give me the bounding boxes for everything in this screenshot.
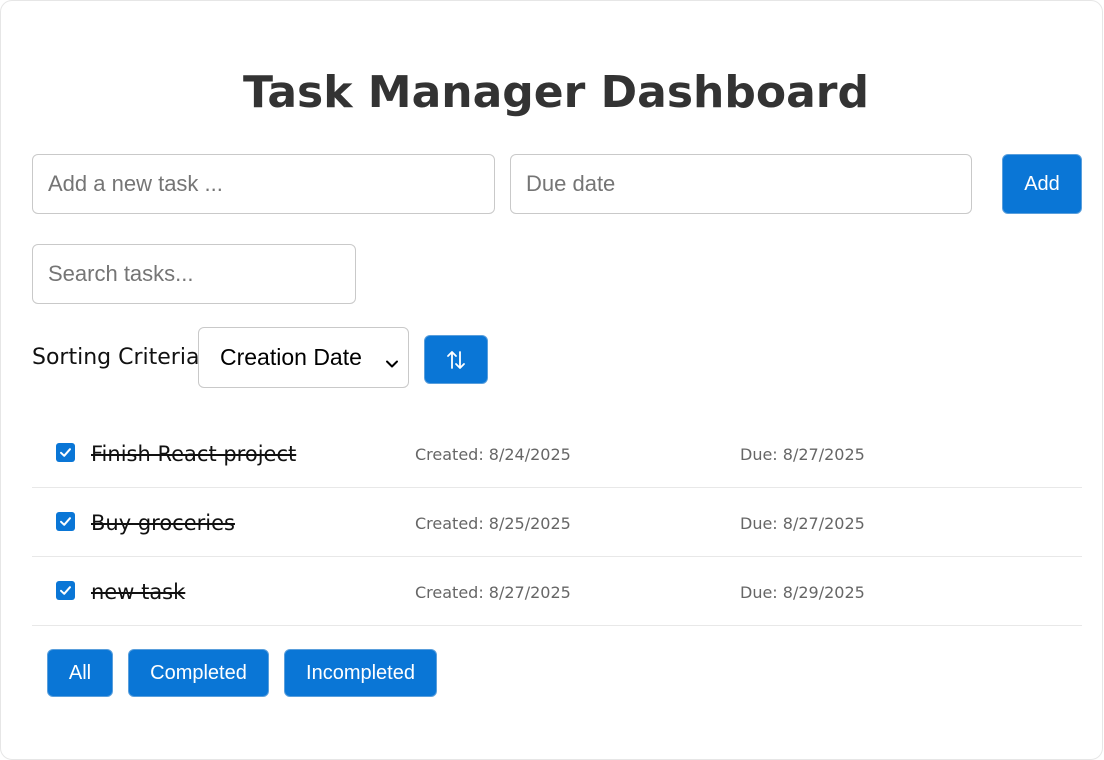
- filter-completed-button[interactable]: Completed: [128, 649, 269, 697]
- search-input[interactable]: [32, 244, 356, 304]
- sorting-criteria-select[interactable]: Creation Date: [198, 327, 409, 388]
- new-task-input[interactable]: [32, 154, 495, 214]
- task-created-date: Created: 8/25/2025: [415, 514, 571, 533]
- filter-incompleted-button[interactable]: Incompleted: [284, 649, 437, 697]
- task-checkbox[interactable]: [56, 512, 75, 531]
- task-checkbox[interactable]: [56, 443, 75, 462]
- task-row: new task Created: 8/27/2025 Due: 8/29/20…: [32, 557, 1082, 626]
- filter-all-button[interactable]: All: [47, 649, 113, 697]
- dashboard-card: Task Manager Dashboard Add Sorting Crite…: [0, 0, 1103, 760]
- add-task-button[interactable]: Add: [1002, 154, 1082, 214]
- task-due-date: Due: 8/27/2025: [740, 445, 865, 464]
- task-name: Buy groceries: [91, 511, 235, 535]
- task-checkbox[interactable]: [56, 581, 75, 600]
- page-title: Task Manager Dashboard: [243, 67, 869, 118]
- task-due-date: Due: 8/27/2025: [740, 514, 865, 533]
- task-created-date: Created: 8/27/2025: [415, 583, 571, 602]
- sorting-criteria-value: Creation Date: [220, 344, 362, 370]
- task-due-date: Due: 8/29/2025: [740, 583, 865, 602]
- sorting-criteria-label: Sorting Criteria: [32, 345, 200, 370]
- checkmark-icon: [60, 586, 71, 595]
- task-row: Finish React project Created: 8/24/2025 …: [32, 419, 1082, 488]
- sort-arrows-icon: [445, 349, 467, 371]
- task-created-date: Created: 8/24/2025: [415, 445, 571, 464]
- due-date-input[interactable]: [510, 154, 972, 214]
- task-row: Buy groceries Created: 8/25/2025 Due: 8/…: [32, 488, 1082, 557]
- checkmark-icon: [60, 517, 71, 526]
- task-list: Finish React project Created: 8/24/2025 …: [32, 419, 1082, 626]
- chevron-down-icon: [385, 350, 399, 377]
- checkmark-icon: [60, 448, 71, 457]
- sort-order-toggle-button[interactable]: [424, 335, 488, 384]
- task-name: Finish React project: [91, 442, 297, 466]
- task-name: new task: [91, 580, 186, 604]
